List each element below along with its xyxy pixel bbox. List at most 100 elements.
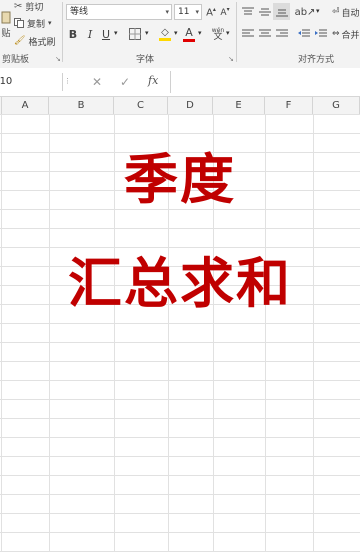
merge-icon: ⇔ (332, 29, 340, 39)
format-painter-button[interactable]: 🖌 格式刷 (14, 34, 55, 48)
align-right-button[interactable] (274, 26, 290, 42)
chevron-down-icon[interactable]: ▾ (226, 29, 230, 37)
orientation-button[interactable]: ab↗ (294, 4, 316, 20)
gridline (0, 380, 360, 381)
align-center-icon (259, 29, 271, 37)
middle-align-button[interactable] (257, 4, 273, 20)
overlay-title-line1: 季度 (124, 148, 236, 211)
gridline (0, 456, 360, 457)
brush-icon: 🖌 (14, 36, 26, 46)
ribbon: 贴 ✂ 剪切 复制 ▾ 🖌 格式刷 剪贴板 ↘ 等线 ▾ 11 ▾ A▴ A▾ … (0, 0, 360, 69)
chevron-down-icon[interactable]: ▾ (316, 7, 320, 15)
chevron-down-icon[interactable]: ▾ (114, 29, 118, 37)
gridline (0, 399, 360, 400)
paint-bucket-icon: ◇ (161, 27, 169, 38)
font-size-combobox[interactable]: 11 ▾ (174, 4, 202, 20)
column-header-e[interactable]: E (213, 97, 265, 114)
clipboard-launcher-icon[interactable]: ↘ (55, 55, 61, 63)
gridline (0, 228, 360, 229)
formula-bar: L10 ⋮ ✕ ✓ fx (0, 68, 360, 97)
borders-button[interactable] (127, 26, 143, 42)
column-header-g[interactable]: G (313, 97, 360, 114)
copy-button[interactable]: 复制 ▾ (14, 16, 52, 30)
increase-font-icon: A▴ (206, 5, 216, 19)
font-launcher-icon[interactable]: ↘ (228, 55, 234, 63)
chevron-down-icon[interactable]: ▾ (174, 29, 178, 37)
bold-label: B (68, 27, 78, 41)
column-header-a[interactable]: A (2, 97, 49, 114)
column-header-c[interactable]: C (114, 97, 168, 114)
align-center-button[interactable] (257, 26, 273, 42)
increase-font-size-button[interactable]: A▴ (205, 4, 217, 20)
insert-function-icon[interactable]: fx (148, 74, 158, 87)
align-middle-icon (259, 8, 271, 16)
align-left-icon (242, 29, 254, 37)
gridline (0, 475, 360, 476)
decrease-font-icon: A▾ (220, 6, 230, 18)
paste-button[interactable]: 贴 (0, 2, 12, 46)
divider (62, 2, 63, 62)
chevron-down-icon: ▾ (165, 8, 169, 16)
bottom-align-button[interactable] (273, 3, 290, 20)
clipboard-icon (1, 10, 11, 24)
name-box[interactable]: L10 (0, 73, 63, 91)
gridline (0, 513, 360, 514)
chevron-down-icon[interactable]: ▾ (48, 19, 52, 27)
align-bottom-icon (275, 9, 288, 16)
underline-button[interactable]: U (99, 26, 113, 42)
column-headers: A B C D E F G (0, 97, 360, 115)
chevron-down-icon[interactable]: ▾ (145, 29, 149, 37)
scissors-icon: ✂ (14, 1, 23, 12)
gridline (0, 247, 360, 248)
phonetic-char-icon: 文 (213, 32, 223, 42)
italic-label: I (87, 27, 93, 41)
font-group-label: 字体 (136, 55, 155, 65)
gridline (0, 114, 360, 115)
align-top-icon (242, 7, 254, 15)
divider (236, 2, 237, 62)
increase-indent-button[interactable] (313, 26, 329, 42)
font-color-bar (183, 38, 195, 42)
chevron-down-icon[interactable]: ⋮ (64, 77, 71, 85)
font-color-icon: A (185, 25, 193, 39)
gridline (0, 342, 360, 343)
font-name-combobox[interactable]: 等线 ▾ (66, 4, 172, 20)
name-box-value: L10 (0, 76, 13, 87)
chevron-down-icon[interactable]: ▾ (198, 29, 202, 37)
wrap-text-icon: ⏎ (332, 7, 340, 17)
column-header-d[interactable]: D (168, 97, 213, 114)
top-align-button[interactable] (240, 4, 256, 20)
alignment-group-label: 对齐方式 (298, 55, 335, 65)
column-header-f[interactable]: F (265, 97, 313, 114)
gridline (0, 437, 360, 438)
border-icon (129, 28, 141, 40)
chevron-down-icon: ▾ (195, 8, 199, 16)
font-color-button[interactable]: A (182, 25, 196, 43)
wrap-text-button[interactable]: ⏎ 自动 (332, 4, 360, 20)
bold-button[interactable]: B (66, 26, 80, 42)
format-painter-label: 格式刷 (28, 37, 56, 48)
decrease-font-size-button[interactable]: A▾ (219, 4, 231, 20)
merge-center-button[interactable]: ⇔ 合并 (332, 26, 360, 42)
copy-label: 复制 (27, 19, 46, 30)
enter-icon[interactable]: ✓ (120, 75, 130, 89)
column-header-b[interactable]: B (49, 97, 114, 114)
fill-color-button[interactable]: ◇ (157, 25, 173, 43)
cell-grid[interactable]: 季度 汇总求和 (0, 114, 360, 552)
wrap-text-label: 自动 (341, 8, 360, 19)
gridline (0, 418, 360, 419)
copy-icon (14, 18, 24, 28)
gridline (0, 361, 360, 362)
orientation-icon: ab↗ (294, 6, 316, 18)
formula-input[interactable] (170, 71, 360, 93)
overlay-title-line2: 汇总求和 (68, 252, 292, 315)
phonetic-button[interactable]: wén 文 (210, 26, 226, 42)
fill-color-bar (159, 38, 171, 41)
align-left-button[interactable] (240, 26, 256, 42)
decrease-indent-button[interactable] (296, 26, 312, 42)
font-name-value: 等线 (70, 7, 89, 17)
cut-button[interactable]: ✂ 剪切 (14, 0, 43, 13)
italic-button[interactable]: I (83, 26, 97, 42)
cancel-icon[interactable]: ✕ (92, 75, 102, 89)
underline-label: U (101, 27, 111, 41)
